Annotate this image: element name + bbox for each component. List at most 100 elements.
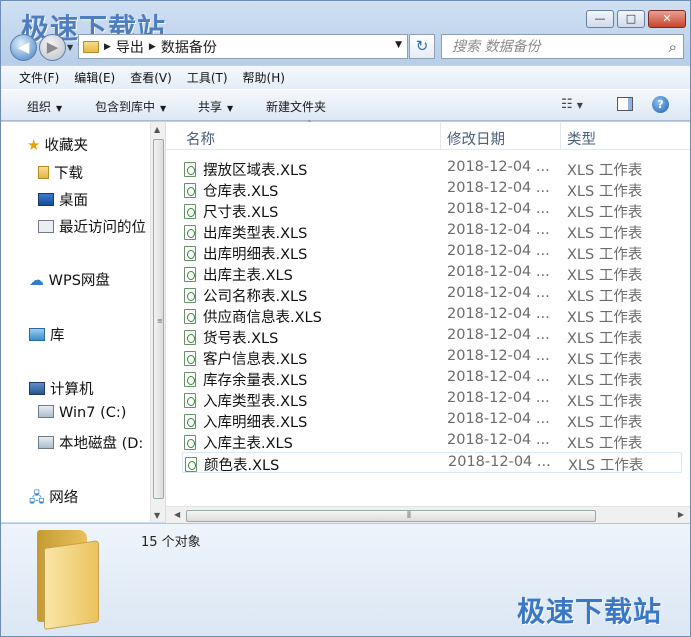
sidebar-scrollbar[interactable]: ▲ ≡ ▼ <box>150 122 165 522</box>
breadcrumb-item[interactable]: 导出 <box>116 37 144 57</box>
column-header-name[interactable]: 名称 <box>186 128 215 149</box>
sidebar-item-favorites[interactable]: ★ 收藏夹 <box>27 134 88 155</box>
sidebar-item-drive-d[interactable]: 本地磁盘 (D: <box>38 432 150 453</box>
new-folder-button[interactable]: 新建文件夹 <box>266 98 326 115</box>
column-header-date[interactable]: 修改日期 <box>447 128 505 149</box>
file-modified-date: 2018-12-04 ... <box>447 285 550 301</box>
file-name: 入库类型表.XLS <box>184 390 307 411</box>
excel-file-icon <box>184 309 196 324</box>
file-modified-date: 2018-12-04 ... <box>447 327 550 343</box>
file-modified-date: 2018-12-04 ... <box>447 264 550 280</box>
file-type: XLS 工作表 <box>567 436 643 452</box>
file-name-text: 入库明细表.XLS <box>203 415 308 431</box>
file-row[interactable]: 公司名称表.XLS 2018-12-04 ... XLS 工作表 <box>182 284 682 305</box>
scroll-right-icon[interactable]: ▶ <box>678 510 684 519</box>
include-in-library-label: 包含到库中 <box>95 100 156 114</box>
file-name: 公司名称表.XLS <box>184 285 307 306</box>
scroll-down-icon[interactable]: ▼ <box>154 511 160 520</box>
column-header-type[interactable]: 类型 <box>567 128 596 149</box>
file-name: 入库主表.XLS <box>184 432 293 453</box>
view-list-icon: ☷ <box>561 97 573 112</box>
excel-file-icon <box>184 330 196 345</box>
file-modified-date: 2018-12-04 ... <box>447 159 550 175</box>
sidebar-item-computer[interactable]: 计算机 <box>29 378 94 399</box>
recent-pages-dropdown-icon[interactable]: ▼ <box>67 43 73 52</box>
file-row[interactable]: 出库主表.XLS 2018-12-04 ... XLS 工作表 <box>182 263 682 284</box>
file-name: 出库明细表.XLS <box>184 243 307 264</box>
menu-view[interactable]: 查看(V) <box>130 69 172 86</box>
file-name-text: 出库明细表.XLS <box>203 247 308 263</box>
sidebar-item-library[interactable]: 库 <box>29 324 65 345</box>
sidebar-item-label: Win7 (C:) <box>59 405 127 421</box>
file-row[interactable]: 入库类型表.XLS 2018-12-04 ... XLS 工作表 <box>182 389 682 410</box>
file-row[interactable]: 供应商信息表.XLS 2018-12-04 ... XLS 工作表 <box>182 305 682 326</box>
menu-tools[interactable]: 工具(T) <box>187 69 228 86</box>
scrollbar-thumb[interactable]: ⦀ <box>186 510 596 522</box>
column-divider[interactable] <box>440 122 441 150</box>
scroll-left-icon[interactable]: ◀ <box>174 510 180 519</box>
file-row[interactable]: 客户信息表.XLS 2018-12-04 ... XLS 工作表 <box>182 347 682 368</box>
file-type: XLS 工作表 <box>567 184 643 200</box>
file-row[interactable]: 仓库表.XLS 2018-12-04 ... XLS 工作表 <box>182 179 682 200</box>
file-name: 摆放区域表.XLS <box>184 159 307 180</box>
minimize-button[interactable]: — <box>586 10 614 28</box>
library-icon <box>29 328 45 341</box>
system-drive-icon <box>38 405 54 418</box>
breadcrumb-item-current[interactable]: 数据备份 <box>161 37 217 57</box>
sidebar-item-label: 计算机 <box>50 382 94 398</box>
sidebar-item-drive-c[interactable]: Win7 (C:) <box>38 405 126 421</box>
sidebar-item-desktop[interactable]: 桌面 <box>38 189 88 210</box>
excel-file-icon <box>184 435 196 450</box>
column-divider[interactable] <box>560 122 561 150</box>
search-box[interactable]: ⌕ <box>441 34 684 59</box>
navigation-pane: ★ 收藏夹 下载 桌面 最近访问的位 ☁ WPS网盘 库 计算机 Win7 (C:… <box>1 122 166 522</box>
file-row[interactable]: 入库明细表.XLS 2018-12-04 ... XLS 工作表 <box>182 410 682 431</box>
back-button[interactable]: ◀ <box>10 34 37 61</box>
sidebar-item-label: 最近访问的位 <box>59 220 146 236</box>
organize-label: 组织 <box>27 100 52 114</box>
help-icon[interactable]: ? <box>652 96 669 113</box>
sidebar-item-wps-cloud[interactable]: ☁ WPS网盘 <box>29 269 110 290</box>
include-in-library-button[interactable]: 包含到库中 ▼ <box>95 98 166 115</box>
refresh-icon[interactable]: ↻ <box>409 34 435 59</box>
sidebar-item-recent[interactable]: 最近访问的位 <box>38 216 150 237</box>
file-name: 出库类型表.XLS <box>184 222 307 243</box>
organize-button[interactable]: 组织 ▼ <box>27 98 62 115</box>
file-row[interactable]: 货号表.XLS 2018-12-04 ... XLS 工作表 <box>182 326 682 347</box>
sidebar-item-network[interactable]: 🖧 网络 <box>29 486 78 511</box>
file-row[interactable]: 出库明细表.XLS 2018-12-04 ... XLS 工作表 <box>182 242 682 263</box>
sidebar-item-label: 本地磁盘 (D: <box>59 436 144 452</box>
file-row[interactable]: 入库主表.XLS 2018-12-04 ... XLS 工作表 <box>182 431 682 452</box>
file-name: 供应商信息表.XLS <box>184 306 322 327</box>
file-name-text: 出库类型表.XLS <box>203 226 308 242</box>
preview-pane-icon[interactable] <box>617 97 633 111</box>
address-bar[interactable]: ▶ 导出 ▶ 数据备份 ▼ <box>78 34 408 59</box>
menu-help[interactable]: 帮助(H) <box>243 69 285 86</box>
file-row[interactable]: 颜色表.XLS 2018-12-04 ... XLS 工作表 <box>182 452 682 474</box>
menu-edit[interactable]: 编辑(E) <box>74 69 115 86</box>
file-row[interactable]: 尺寸表.XLS 2018-12-04 ... XLS 工作表 <box>182 200 682 221</box>
horizontal-scrollbar[interactable]: ◀ ⦀ ▶ <box>166 506 690 523</box>
breadcrumb-arrow-icon[interactable]: ▶ <box>104 42 111 52</box>
file-list-pane: ⌃ 名称 修改日期 类型 摆放区域表.XLS 2018-12-04 ... XLS … <box>166 119 690 522</box>
scroll-up-icon[interactable]: ▲ <box>154 125 160 134</box>
address-dropdown-icon[interactable]: ▼ <box>395 40 402 50</box>
breadcrumb-arrow-icon[interactable]: ▶ <box>149 42 156 52</box>
file-modified-date: 2018-12-04 ... <box>447 432 550 448</box>
sort-ascending-icon: ⌃ <box>306 119 313 128</box>
close-button[interactable]: ✕ <box>648 10 686 28</box>
file-row[interactable]: 摆放区域表.XLS 2018-12-04 ... XLS 工作表 <box>182 158 682 179</box>
maximize-button[interactable]: □ <box>617 10 645 28</box>
search-input[interactable] <box>442 35 652 58</box>
watermark-logo-bottom: 极速下载站 <box>517 595 663 628</box>
file-row[interactable]: 出库类型表.XLS 2018-12-04 ... XLS 工作表 <box>182 221 682 242</box>
share-button[interactable]: 共享 ▼ <box>198 98 233 115</box>
forward-button[interactable]: ▶ <box>39 34 66 61</box>
menu-file[interactable]: 文件(F) <box>19 69 59 86</box>
file-row[interactable]: 库存余量表.XLS 2018-12-04 ... XLS 工作表 <box>182 368 682 389</box>
details-pane: 15 个对象 极速下载站 <box>1 523 690 636</box>
change-view-button[interactable]: ☷ ▼ <box>561 97 583 112</box>
sidebar-item-downloads[interactable]: 下载 <box>38 162 83 183</box>
search-icon[interactable]: ⌕ <box>669 38 677 56</box>
scrollbar-thumb[interactable]: ≡ <box>153 139 164 499</box>
